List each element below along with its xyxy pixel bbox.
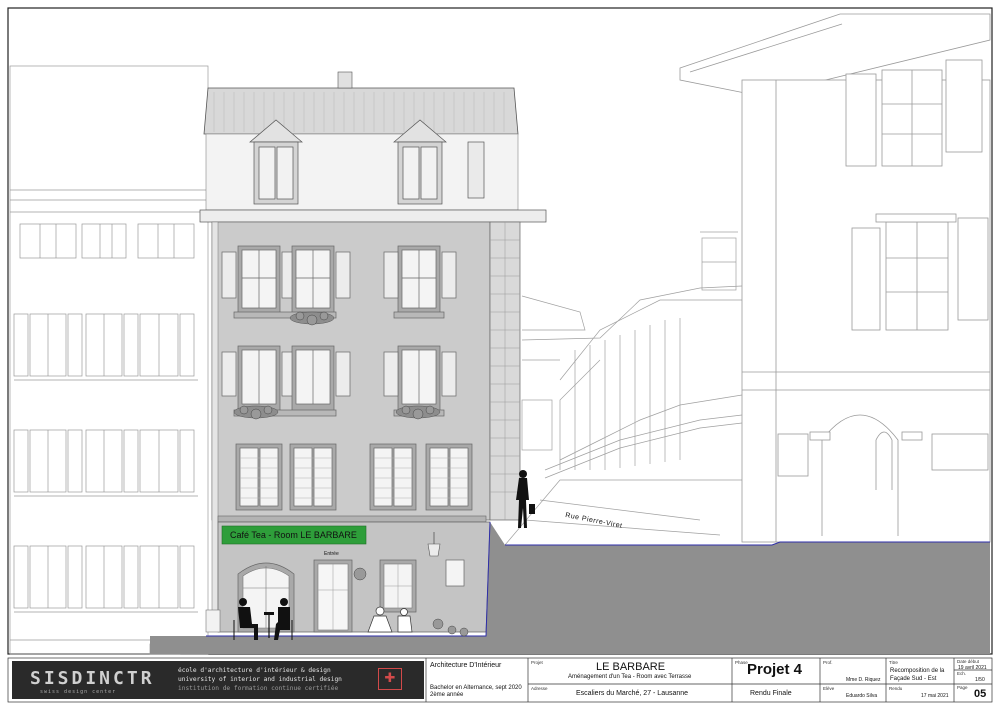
school-tagline: swiss design center [40, 689, 117, 695]
rendu-caption: Rendu [889, 686, 903, 691]
sheet-title-line1: Recomposition de la [890, 668, 945, 674]
school-note: institution de formation continue certif… [178, 685, 339, 692]
certification-icon: ✚ [378, 668, 402, 690]
page-number: 05 [974, 688, 987, 700]
cafe-sign-text: Café Tea - Room LE BARBARE [230, 530, 357, 540]
titre-caption: Titre [889, 660, 898, 665]
school-name-en: university of interior and industrial de… [178, 676, 342, 683]
phase-title: Projet 4 [747, 661, 803, 678]
project-address: Escaliers du Marché, 27 - Lausanne [576, 690, 689, 697]
adresse-caption: Adresse [531, 686, 548, 691]
entry-label: Entrée [324, 551, 339, 557]
school-name-fr: école d'architecture d'intérieur & desig… [178, 667, 331, 674]
projet-caption: Projet [531, 660, 543, 665]
facade-elevation-drawing [7, 7, 993, 703]
student-name: Eduardo Silva [846, 693, 878, 699]
phase-caption: Phase [735, 660, 748, 665]
phase-subtitle: Rendu Finale [750, 690, 792, 697]
page-caption: Page [957, 685, 968, 690]
professor-name: Mme D. Riquez [846, 677, 881, 683]
program: Bachelor en Alternance, sept 2020 [430, 685, 522, 691]
year: 2ème année [430, 692, 464, 698]
project-name: LE BARBARE [596, 661, 666, 673]
scale-caption: Ech. [957, 671, 967, 676]
project-description: Aménagement d'un Tea - Room avec Terrass… [568, 674, 692, 680]
school-wordmark: SISDINCTR [30, 668, 155, 689]
eleve-caption: Elève [823, 686, 835, 691]
scale: 1/50 [975, 677, 985, 683]
start-date-caption: Date début [957, 659, 980, 664]
prof-caption: Prof. [823, 660, 833, 665]
discipline: Architecture D'Intérieur [430, 662, 502, 669]
render-date: 17 mai 2021 [921, 693, 949, 699]
sheet-title-line2: Façade Sud - Est [890, 676, 937, 682]
